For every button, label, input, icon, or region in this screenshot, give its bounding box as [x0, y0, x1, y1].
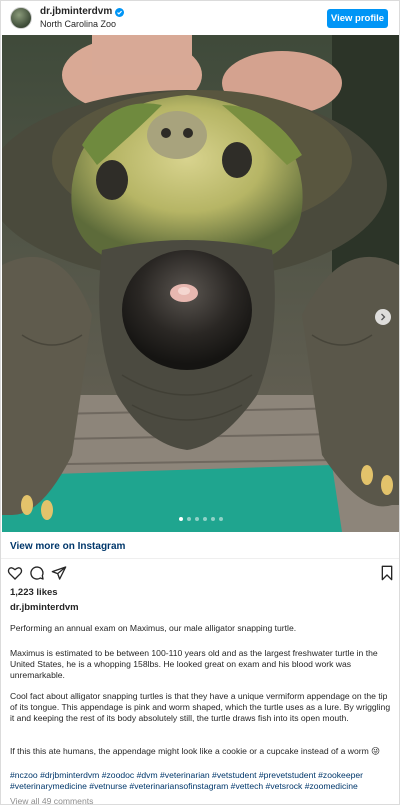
action-bar	[7, 565, 393, 583]
carousel-indicators	[2, 517, 399, 521]
hashtags[interactable]: #nczoo #drjbminterdvm #zoodoc #dvm #vete…	[10, 770, 395, 792]
post-photo[interactable]	[2, 35, 399, 532]
share-icon[interactable]	[51, 565, 67, 581]
caption-paragraph-3: Cool fact about alligator snapping turtl…	[10, 691, 391, 723]
carousel-dot	[178, 517, 183, 521]
turtle-photo-illustration	[2, 35, 399, 532]
view-profile-button[interactable]: View profile	[327, 9, 388, 28]
divider	[1, 558, 399, 559]
location-link[interactable]: North Carolina Zoo	[40, 18, 124, 30]
next-slide-button[interactable]	[375, 309, 391, 325]
post-header: dr.jbminterdvm North Carolina Zoo View p…	[1, 1, 399, 35]
carousel-dot	[210, 517, 215, 521]
carousel-dot	[218, 517, 223, 521]
caption-username[interactable]: dr.jbminterdvm	[10, 602, 79, 613]
avatar[interactable]	[10, 7, 32, 29]
carousel-dot	[186, 517, 191, 521]
caption-paragraph-2: Maximus is estimated to be between 100-1…	[10, 648, 378, 680]
username-link[interactable]: dr.jbminterdvm	[40, 6, 112, 18]
likes-count[interactable]: 1,223 likes	[10, 587, 58, 598]
username-row: dr.jbminterdvm	[40, 6, 125, 18]
chevron-right-icon	[381, 313, 386, 321]
heart-icon[interactable]	[7, 565, 23, 581]
instagram-embed-card: dr.jbminterdvm North Carolina Zoo View p…	[0, 0, 400, 805]
carousel-dot	[194, 517, 199, 521]
caption-paragraph-1: Performing an annual exam on Maximus, ou…	[10, 623, 297, 633]
bookmark-icon[interactable]	[379, 565, 395, 581]
view-all-comments-link[interactable]: View all 49 comments	[10, 796, 93, 805]
comment-icon[interactable]	[29, 565, 45, 581]
carousel-dot	[202, 517, 207, 521]
view-more-link[interactable]: View more on Instagram	[10, 541, 125, 552]
verified-badge-icon	[115, 7, 125, 17]
caption-paragraph-4: If this this ate humans, the appendage m…	[10, 746, 381, 756]
user-info: dr.jbminterdvm North Carolina Zoo	[40, 6, 125, 30]
